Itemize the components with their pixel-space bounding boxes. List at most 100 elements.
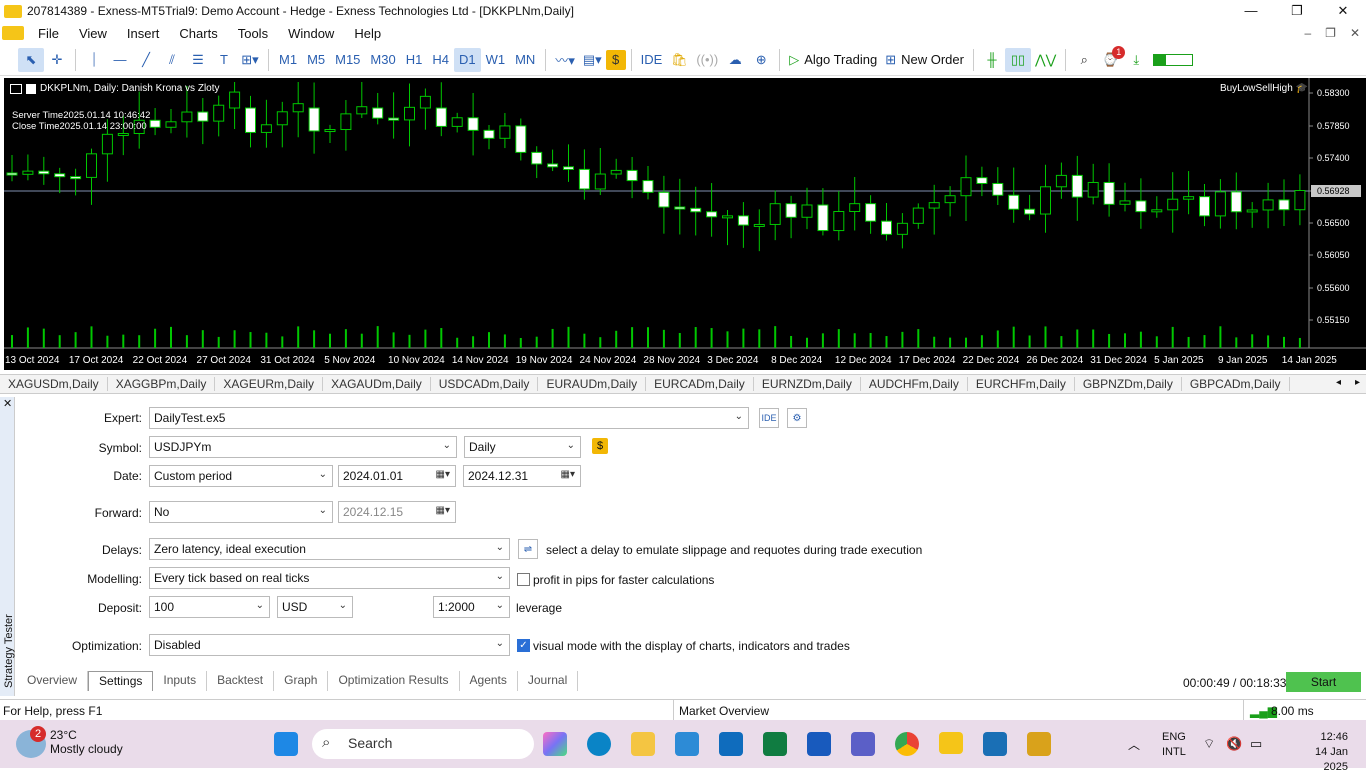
tab-optimization-results[interactable]: Optimization Results — [328, 671, 460, 691]
scroll-left-icon[interactable]: ◂ — [1336, 377, 1341, 388]
leverage-select[interactable]: 1:2000 ⌄ — [433, 596, 510, 618]
deposit-select[interactable]: 100 ⌄ — [149, 596, 270, 618]
chart-tab[interactable]: GBPNZDm,Daily — [1075, 377, 1182, 391]
ide-button[interactable]: IDE — [637, 48, 667, 72]
chart-tab[interactable]: XAGUSDm,Daily — [0, 377, 108, 391]
word-icon[interactable] — [807, 732, 831, 756]
optimization-select[interactable]: Disabled ⌄ — [149, 634, 510, 656]
menu-file[interactable]: File — [28, 26, 69, 41]
tab-journal[interactable]: Journal — [518, 671, 579, 691]
date-to-picker[interactable]: 2024.12.31 ▦▾ — [463, 465, 581, 487]
taskbar-search[interactable]: ⌕ Search — [312, 729, 534, 759]
chart-tab[interactable]: EURNZDm,Daily — [754, 377, 861, 391]
new-order-button[interactable]: ⊞ New Order — [881, 48, 968, 72]
volume-icon[interactable]: 🔇 — [1226, 736, 1242, 752]
algo-trading-button[interactable]: ▷ Algo Trading — [785, 48, 881, 72]
timeframe-h1[interactable]: H1 — [401, 48, 428, 72]
delays-select[interactable]: Zero latency, ideal execution ⌄ — [149, 538, 510, 560]
signals-icon[interactable]: ((•)) — [692, 48, 722, 72]
calendar-icon[interactable]: ▦▾ — [436, 469, 450, 480]
menu-charts[interactable]: Charts — [169, 26, 227, 41]
excel-icon[interactable] — [763, 732, 787, 756]
chrome-icon[interactable] — [895, 732, 919, 756]
chart-tab[interactable]: EURCHFm,Daily — [968, 377, 1075, 391]
text-tool-icon[interactable]: T — [211, 48, 237, 72]
edge-icon[interactable] — [587, 732, 611, 756]
candlestick-icon[interactable]: ▯▯ — [1004, 47, 1031, 72]
date-mode-select[interactable]: Custom period ⌄ — [149, 465, 333, 487]
chart-type-icon[interactable]: 〰▾ — [551, 48, 579, 72]
chart-tab[interactable]: AUDCHFm,Daily — [861, 377, 968, 391]
scroll-right-icon[interactable]: ▸ — [1355, 377, 1360, 388]
date-from-picker[interactable]: 2024.01.01 ▦▾ — [338, 465, 456, 487]
calendar-icon[interactable]: ▦▾ — [561, 469, 575, 480]
chart-tab[interactable]: GBPCADm,Daily — [1182, 377, 1290, 391]
close-button[interactable]: ✕ — [1320, 0, 1366, 22]
forward-select[interactable]: No ⌄ — [149, 501, 333, 523]
dollar-icon[interactable]: $ — [605, 49, 626, 70]
chart-tab[interactable]: EURAUDm,Daily — [538, 377, 647, 391]
photos-icon[interactable] — [675, 732, 699, 756]
channel-icon[interactable]: ⫽ — [159, 48, 185, 72]
tab-overview[interactable]: Overview — [17, 671, 89, 691]
tray-overflow-icon[interactable]: ︿ — [1128, 736, 1140, 753]
tab-inputs[interactable]: Inputs — [153, 671, 208, 691]
timeframe-m1[interactable]: M1 — [274, 48, 302, 72]
visual-mode-checkbox[interactable]: ✓ — [517, 639, 530, 652]
timeframe-h4[interactable]: H4 — [427, 48, 454, 72]
expert-select[interactable]: DailyTest.ex5 ⌄ — [149, 407, 749, 429]
tab-backtest[interactable]: Backtest — [207, 671, 275, 691]
start-button[interactable]: Start — [1286, 672, 1361, 692]
menu-tools[interactable]: Tools — [228, 26, 278, 41]
chart-list-icon[interactable] — [10, 83, 22, 94]
horizontal-line-icon[interactable]: — — [107, 48, 133, 72]
vertical-line-icon[interactable]: ⏐ — [81, 48, 107, 72]
mdi-minimize-icon[interactable]: – — [1304, 22, 1311, 44]
chart-tab[interactable]: USDCADm,Daily — [431, 377, 539, 391]
timeframe-m30[interactable]: M30 — [365, 48, 400, 72]
copilot-icon[interactable] — [543, 732, 567, 756]
line-chart-icon[interactable]: ⋀⋁ — [1031, 48, 1060, 72]
timeframe-mn[interactable]: MN — [510, 48, 540, 72]
market-overview[interactable]: Market Overview — [679, 704, 769, 718]
symbol-properties-icon[interactable]: $ — [592, 438, 608, 454]
profit-pips-checkbox[interactable] — [517, 573, 530, 586]
menu-insert[interactable]: Insert — [117, 26, 170, 41]
metaeditor-icon[interactable] — [1027, 732, 1051, 756]
menu-window[interactable]: Window — [278, 26, 344, 41]
symbol-select[interactable]: USDJPYm ⌄ — [149, 436, 457, 458]
close-panel-icon[interactable]: ✕ — [3, 397, 12, 410]
tab-settings[interactable]: Settings — [88, 671, 154, 691]
windows-start-icon[interactable] — [274, 732, 298, 756]
timeframe-m5[interactable]: M5 — [302, 48, 330, 72]
cursor-tool-icon[interactable]: ⬉ — [18, 47, 44, 72]
price-chart[interactable]: 0.58300 0.57850 0.57400 0.56928 0.56500 0.560… — [4, 78, 1366, 370]
battery-icon[interactable]: ▭ — [1250, 736, 1262, 752]
ide-button[interactable]: IDE — [759, 408, 779, 428]
exness-terminal-icon[interactable] — [939, 732, 963, 754]
chart-tab[interactable]: XAGGBPm,Daily — [108, 377, 216, 391]
market-bag-icon[interactable]: 🛍 — [666, 48, 692, 72]
modelling-select[interactable]: Every tick based on real ticks ⌄ — [149, 567, 510, 589]
period-select[interactable]: Daily ⌄ — [464, 436, 581, 458]
wifi-icon[interactable]: ⌔ — [1203, 736, 1215, 752]
timeframe-d1[interactable]: D1 — [453, 47, 481, 72]
timeframe-m15[interactable]: M15 — [330, 48, 365, 72]
mdi-close-icon[interactable]: ✕ — [1350, 22, 1360, 44]
chart-tab[interactable]: XAGEURm,Daily — [215, 377, 324, 391]
menu-view[interactable]: View — [69, 26, 117, 41]
cloud-icon[interactable]: ☁ — [722, 48, 748, 72]
chip-app-icon[interactable] — [983, 732, 1007, 756]
menu-help[interactable]: Help — [344, 26, 391, 41]
chart-tab[interactable]: EURCADm,Daily — [646, 377, 754, 391]
signal-strength-icon[interactable]: ⤓ — [1123, 48, 1149, 72]
weather-widget[interactable]: 23°C Mostly cloudy — [50, 728, 123, 756]
clock[interactable]: 12:46 14 Jan 2025 — [1290, 730, 1348, 775]
trendline-icon[interactable]: ╱ — [133, 48, 159, 72]
outlook-icon[interactable] — [719, 732, 743, 756]
language-indicator[interactable]: ENG INTL — [1162, 730, 1186, 760]
bar-chart-icon[interactable]: ╫ — [979, 48, 1005, 72]
tab-agents[interactable]: Agents — [460, 671, 518, 691]
delay-settings-icon[interactable]: ⇌ — [518, 539, 538, 559]
minimize-button[interactable]: — — [1228, 0, 1274, 22]
